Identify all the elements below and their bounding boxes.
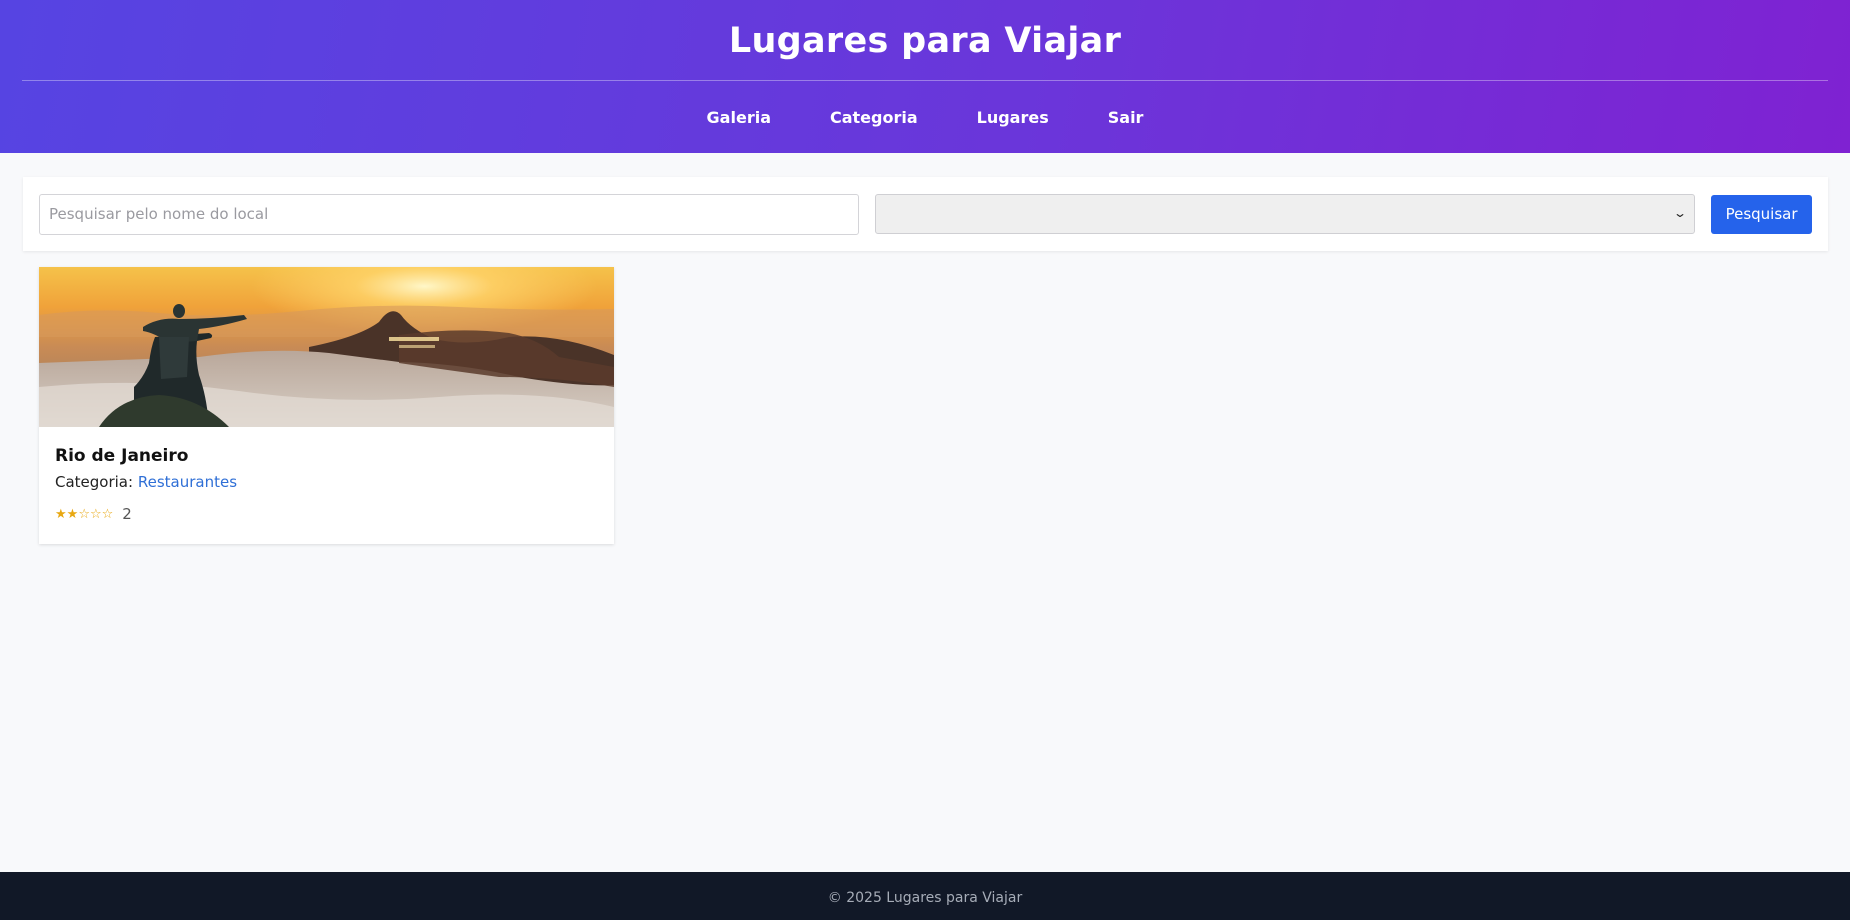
search-input[interactable] bbox=[39, 193, 860, 235]
star-empty-icon: ☆ bbox=[78, 506, 90, 522]
category-link[interactable]: Restaurantes bbox=[138, 473, 237, 491]
rating-value: 2 bbox=[122, 505, 132, 523]
site-footer: © 2025 Lugares para Viajar bbox=[0, 872, 1850, 920]
star-empty-icon: ☆ bbox=[89, 506, 102, 522]
site-title: Lugares para Viajar bbox=[728, 21, 1122, 61]
rating: ★★☆☆☆ 2 bbox=[55, 505, 598, 523]
place-card[interactable]: Rio de Janeiro Categoria: Restaurantes ★… bbox=[39, 267, 614, 544]
search-bar: ⌄ Pesquisar bbox=[23, 177, 1828, 251]
nav-categoria[interactable]: Categoria bbox=[811, 108, 918, 127]
place-category: Categoria: Restaurantes bbox=[55, 473, 598, 491]
main-nav: Galeria Categoria Lugares Sair bbox=[22, 81, 1828, 153]
site-header: Lugares para Viajar Galeria Categoria Lu… bbox=[0, 0, 1850, 153]
footer-copyright: © 2025 Lugares para Viajar bbox=[827, 890, 1023, 906]
nav-galeria[interactable]: Galeria bbox=[707, 108, 771, 127]
place-name: Rio de Janeiro bbox=[55, 446, 189, 466]
chevron-down-icon: ⌄ bbox=[1673, 206, 1688, 220]
nav-lugares[interactable]: Lugares bbox=[958, 108, 1049, 127]
place-image bbox=[39, 267, 614, 427]
star-empty-icon: ☆ bbox=[101, 506, 114, 522]
place-card-body: Rio de Janeiro Categoria: Restaurantes ★… bbox=[39, 427, 614, 523]
category-select[interactable]: ⌄ bbox=[875, 194, 1696, 234]
star-filled-icon: ★ bbox=[55, 506, 67, 522]
nav-sair[interactable]: Sair bbox=[1089, 108, 1144, 127]
star-filled-icon: ★ bbox=[66, 506, 79, 522]
category-label: Categoria: bbox=[55, 473, 134, 491]
search-button[interactable]: Pesquisar bbox=[1711, 194, 1812, 234]
star-rating: ★★☆☆☆ bbox=[55, 507, 113, 522]
